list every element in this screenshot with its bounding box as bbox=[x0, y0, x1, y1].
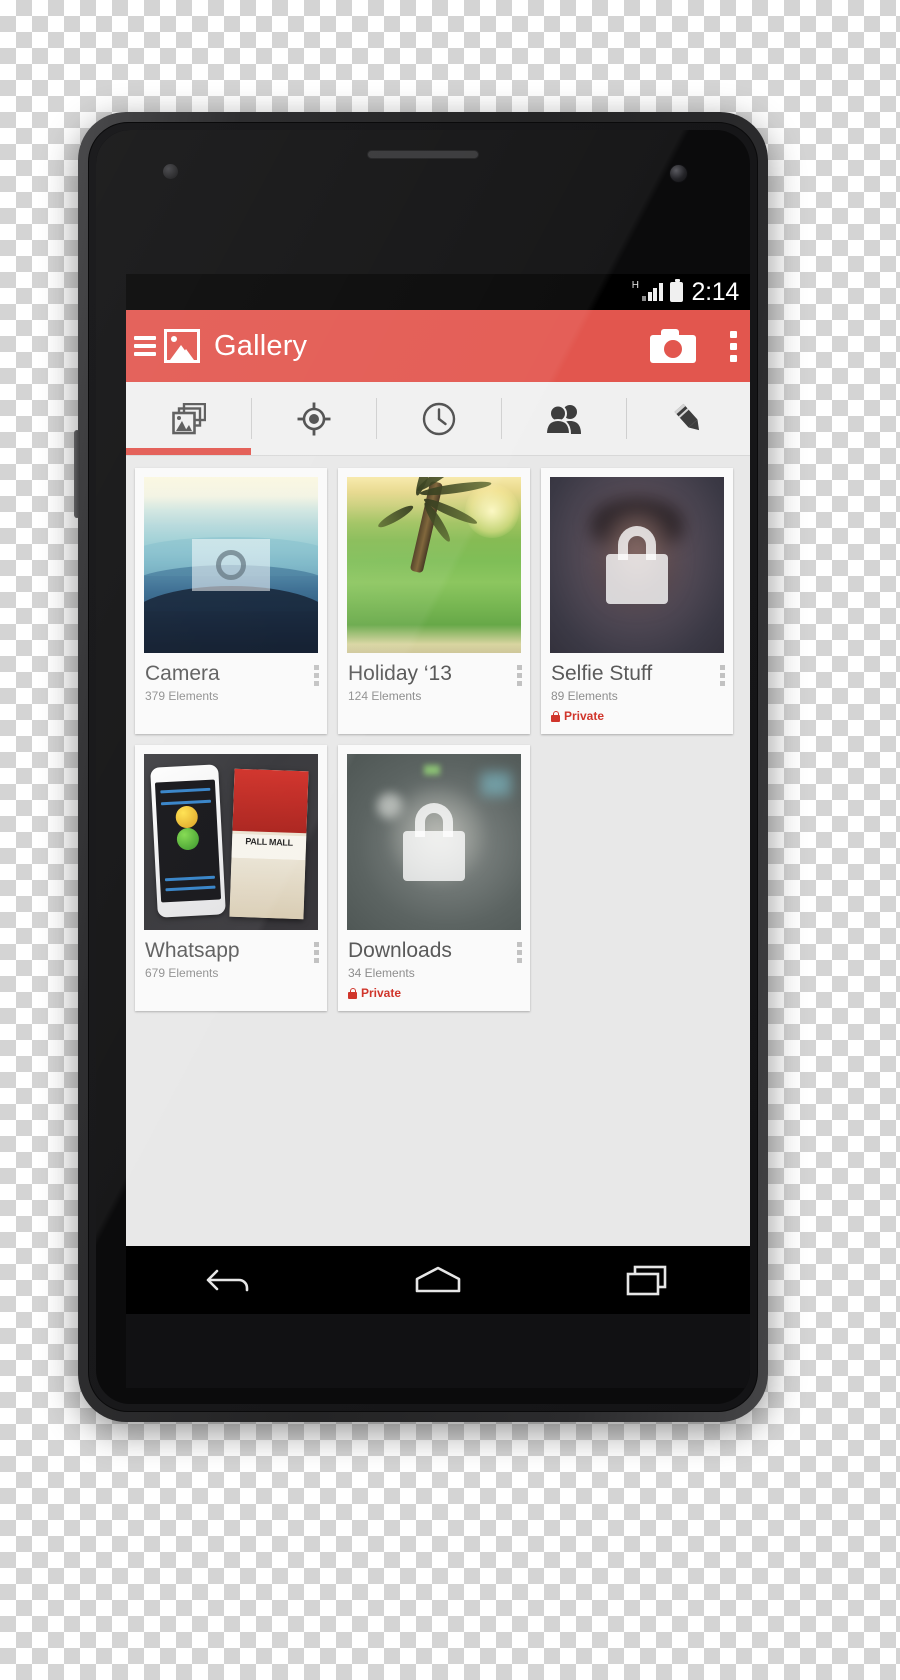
album-count: 379 Elements bbox=[145, 689, 219, 703]
network-type-label: H bbox=[631, 280, 640, 291]
lock-icon bbox=[551, 710, 560, 722]
volume-rocker-button[interactable] bbox=[74, 430, 80, 518]
private-label: Private bbox=[361, 986, 402, 1000]
overflow-menu-icon[interactable] bbox=[517, 665, 522, 686]
status-badge: Private bbox=[348, 986, 520, 1000]
overflow-menu-icon[interactable] bbox=[730, 330, 737, 362]
recent-apps-icon bbox=[626, 1265, 667, 1296]
lock-icon bbox=[348, 987, 357, 999]
action-bar: Gallery bbox=[126, 310, 750, 382]
album-thumbnail: PALL MALL bbox=[144, 754, 318, 930]
page-title: Gallery bbox=[214, 329, 308, 362]
overflow-menu-icon[interactable] bbox=[720, 665, 725, 686]
album-meta: Holiday ‘13 124 Elements bbox=[338, 653, 530, 714]
album-meta: Whatsapp 679 Elements bbox=[135, 930, 327, 991]
tab-tags[interactable] bbox=[626, 382, 750, 455]
album-title: Holiday ‘13 bbox=[348, 662, 452, 685]
private-label: Private bbox=[564, 709, 605, 723]
album-card-selfie-stuff[interactable]: Selfie Stuff 89 Elements Private bbox=[541, 468, 733, 734]
home-icon bbox=[416, 1266, 461, 1293]
album-title: Selfie Stuff bbox=[551, 662, 653, 685]
camera-ring-watermark-icon bbox=[192, 539, 270, 591]
album-thumbnail bbox=[347, 754, 521, 930]
signal-bars-icon bbox=[642, 283, 663, 301]
gallery-photo-icon[interactable] bbox=[164, 329, 200, 363]
phone-device: H 2:14 Gallery Camera 379 Elements Holid… bbox=[74, 112, 768, 1422]
album-count: 89 Elements bbox=[551, 689, 618, 703]
tab-bar bbox=[126, 382, 750, 456]
album-count: 34 Elements bbox=[348, 966, 415, 980]
overflow-menu-icon[interactable] bbox=[517, 942, 522, 963]
album-grid: Camera 379 Elements Holiday ‘13 124 Elem… bbox=[135, 468, 742, 1011]
album-meta: Selfie Stuff 89 Elements Private bbox=[541, 653, 733, 734]
album-title: Whatsapp bbox=[145, 939, 240, 962]
album-thumbnail bbox=[347, 477, 521, 653]
battery-full-icon bbox=[669, 279, 683, 302]
tab-locations[interactable] bbox=[251, 382, 376, 455]
album-count: 679 Elements bbox=[145, 966, 219, 980]
album-thumbnail bbox=[144, 477, 318, 653]
album-meta: Downloads 34 Elements Private bbox=[338, 930, 530, 1011]
album-thumbnail bbox=[550, 477, 724, 653]
location-target-icon bbox=[297, 402, 330, 435]
nav-home-button[interactable] bbox=[383, 1263, 493, 1297]
album-card-whatsapp[interactable]: PALL MALL Whatsapp 679 Elements bbox=[135, 745, 327, 1011]
clock-icon bbox=[422, 402, 455, 435]
phone-chin bbox=[126, 1314, 750, 1388]
earpiece-speaker-icon bbox=[367, 150, 479, 159]
album-card-camera[interactable]: Camera 379 Elements bbox=[135, 468, 327, 734]
transparent-checkerboard-background: H 2:14 Gallery Camera 379 Elements Holid… bbox=[0, 0, 900, 1680]
tab-times[interactable] bbox=[376, 382, 501, 455]
front-camera-icon bbox=[669, 164, 688, 183]
album-count: 124 Elements bbox=[348, 689, 422, 703]
album-card-holiday[interactable]: Holiday ‘13 124 Elements bbox=[338, 468, 530, 734]
album-card-downloads[interactable]: Downloads 34 Elements Private bbox=[338, 745, 530, 1011]
hamburger-menu-icon[interactable] bbox=[134, 336, 156, 356]
status-badge: Private bbox=[551, 709, 723, 723]
nav-recents-button[interactable] bbox=[592, 1263, 702, 1297]
album-meta: Camera 379 Elements bbox=[135, 653, 327, 714]
nav-back-button[interactable] bbox=[175, 1263, 285, 1297]
back-arrow-icon bbox=[206, 1269, 249, 1292]
phone-screen: H 2:14 Gallery Camera 379 Elements Holid… bbox=[126, 274, 750, 1314]
tab-albums[interactable] bbox=[126, 382, 251, 455]
status-bar: H 2:14 bbox=[126, 274, 750, 310]
navigation-bar bbox=[126, 1246, 750, 1314]
camera-icon[interactable] bbox=[650, 329, 696, 363]
album-grid-container: Camera 379 Elements Holiday ‘13 124 Elem… bbox=[126, 456, 750, 1246]
album-title: Downloads bbox=[348, 939, 452, 962]
phone-glass: H 2:14 Gallery Camera 379 Elements Holid… bbox=[96, 130, 750, 1404]
overflow-menu-icon[interactable] bbox=[314, 942, 319, 963]
proximity-sensor-icon bbox=[163, 164, 178, 179]
lock-icon bbox=[403, 803, 465, 881]
people-icon bbox=[544, 404, 581, 434]
album-title: Camera bbox=[145, 662, 220, 685]
overflow-menu-icon[interactable] bbox=[314, 665, 319, 686]
stacked-photos-icon bbox=[171, 402, 206, 434]
tab-active-indicator bbox=[126, 448, 251, 455]
tab-people[interactable] bbox=[501, 382, 626, 455]
pencil-tag-icon bbox=[674, 403, 699, 430]
lock-icon bbox=[606, 526, 668, 604]
status-bar-clock: 2:14 bbox=[691, 277, 740, 306]
